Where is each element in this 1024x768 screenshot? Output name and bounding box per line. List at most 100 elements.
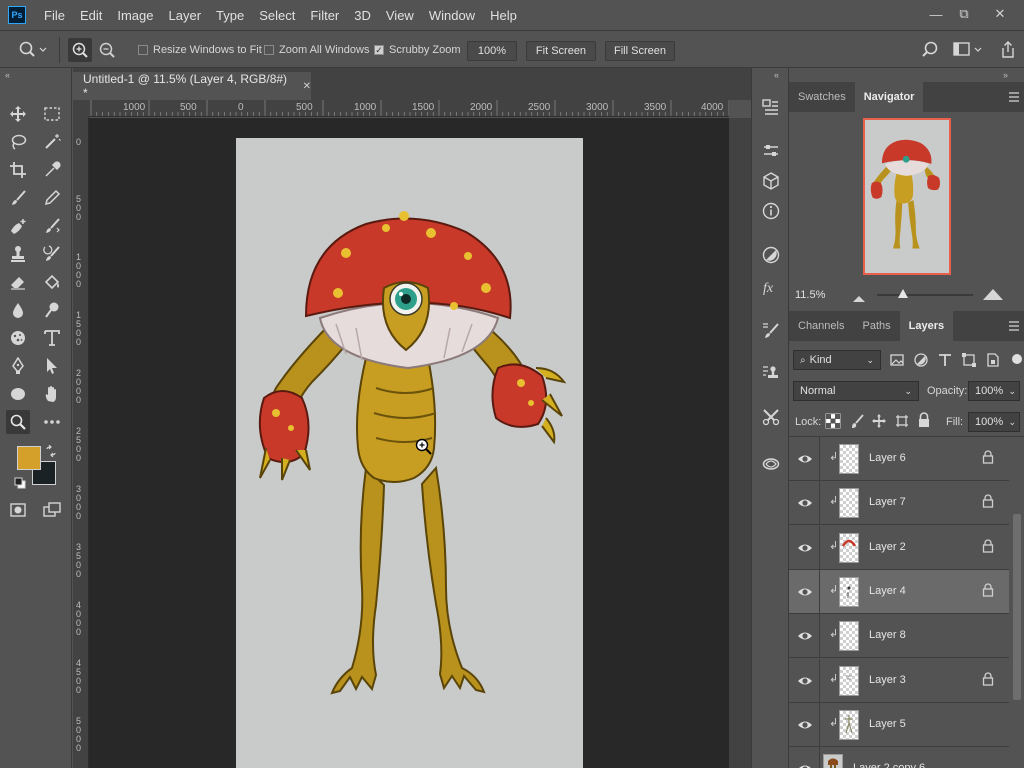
menu-type[interactable]: Type <box>216 8 244 23</box>
lock-all-icon[interactable] <box>917 412 931 431</box>
navigator-preview[interactable] <box>863 118 951 275</box>
zoom-in-icon[interactable] <box>68 38 92 62</box>
blur-tool-icon[interactable] <box>6 298 30 322</box>
styles-icon[interactable]: fx <box>759 275 783 299</box>
minimize-button[interactable]: — <box>924 4 948 24</box>
zoom-tool-preset-icon[interactable] <box>18 40 48 63</box>
layer-name[interactable]: Layer 3 <box>869 674 906 686</box>
menu-window[interactable]: Window <box>429 8 475 23</box>
fill-input[interactable]: 100% ⌄ <box>968 412 1020 432</box>
fit-screen-button[interactable]: Fit Screen <box>526 41 596 61</box>
menu-help[interactable]: Help <box>490 8 517 23</box>
tab-paths[interactable]: Paths <box>853 311 899 341</box>
layer-row[interactable]: ↲ Layer 4 <box>789 569 1009 614</box>
tab-navigator[interactable]: Navigator <box>854 82 924 112</box>
navigator-zoom-slider[interactable] <box>877 289 973 298</box>
magic-wand-tool-icon[interactable] <box>40 130 64 154</box>
ellipse-tool-icon[interactable] <box>6 382 30 406</box>
menu-select[interactable]: Select <box>259 8 295 23</box>
layer-row[interactable]: ↲ Layer 2 <box>789 525 1009 570</box>
zoom-all-windows-box[interactable] <box>264 45 274 55</box>
layer-name[interactable]: Layer 7 <box>869 496 906 508</box>
navigator-zoom-slider-thumb[interactable] <box>897 289 908 298</box>
document-canvas[interactable] <box>236 138 583 768</box>
layer-name[interactable]: Layer 5 <box>869 718 906 730</box>
collapse-strip-icon[interactable]: « <box>774 70 779 80</box>
3d-icon[interactable] <box>759 169 783 193</box>
move-tool-icon[interactable] <box>6 102 30 126</box>
history-icon[interactable] <box>759 95 783 119</box>
layers-scrollbar[interactable] <box>1013 514 1021 700</box>
screen-mode-icon[interactable] <box>40 498 64 522</box>
menu-file[interactable]: File <box>44 8 65 23</box>
filter-pixel-icon[interactable] <box>889 352 905 371</box>
zoom-out-icon[interactable] <box>95 38 119 62</box>
menu-image[interactable]: Image <box>117 8 153 23</box>
collapse-toolbar-icon[interactable]: « <box>5 70 10 80</box>
path-selection-tool-icon[interactable] <box>40 354 64 378</box>
brush-tool-icon[interactable] <box>6 186 30 210</box>
share-icon[interactable] <box>999 40 1017 63</box>
crop-tool-icon[interactable] <box>6 158 30 182</box>
swap-colors-icon[interactable] <box>45 444 57 460</box>
layer-name[interactable]: Layer 8 <box>869 629 906 641</box>
zoom-out-mountain-icon[interactable] <box>853 291 865 305</box>
healing-brush-tool-icon[interactable] <box>6 214 30 238</box>
layer-row[interactable]: ↲ Layer 6 <box>789 437 1009 481</box>
info-icon[interactable] <box>759 199 783 223</box>
history-brush-tool-icon[interactable] <box>40 242 64 266</box>
marquee-tool-icon[interactable] <box>40 102 64 126</box>
lock-transparent-icon[interactable] <box>825 413 841 432</box>
lock-position-icon[interactable] <box>871 413 887 432</box>
close-window-button[interactable]: ✕ <box>988 4 1012 24</box>
eyedropper-tool-icon[interactable] <box>40 158 64 182</box>
visibility-eye-icon[interactable] <box>797 540 813 556</box>
zoom-all-windows-checkbox[interactable]: Zoom All Windows <box>264 44 369 56</box>
layer-row[interactable]: ↲ Layer 5 <box>789 702 1009 747</box>
color-replacement-tool-icon[interactable] <box>40 214 64 238</box>
layer-name[interactable]: Layer 6 <box>869 452 906 464</box>
lasso-tool-icon[interactable] <box>6 130 30 154</box>
navigator-zoom-readout[interactable]: 11.5% <box>795 289 825 301</box>
adjustments-brush-icon[interactable] <box>759 139 783 163</box>
menu-edit[interactable]: Edit <box>80 8 102 23</box>
panel-menu-icon[interactable] <box>1008 91 1020 106</box>
lock-artboard-icon[interactable] <box>894 413 910 432</box>
canvas-area[interactable] <box>89 118 729 768</box>
tool-presets-icon[interactable] <box>759 405 783 429</box>
default-colors-icon[interactable] <box>14 477 26 492</box>
layer-name[interactable]: Layer 2 copy 6 <box>853 762 925 768</box>
layer-name[interactable]: Layer 2 <box>869 541 906 553</box>
filter-type-icon[interactable] <box>937 352 953 371</box>
zoom-in-mountain-icon[interactable] <box>983 288 1003 303</box>
visibility-eye-icon[interactable] <box>797 495 813 511</box>
tab-layers[interactable]: Layers <box>899 311 954 341</box>
foreground-color-swatch[interactable] <box>17 446 41 470</box>
filter-smart-object-icon[interactable] <box>985 352 1001 371</box>
scrubby-zoom-checkbox[interactable]: ✓ Scrubby Zoom <box>374 44 461 56</box>
adjustments-icon[interactable] <box>759 243 783 267</box>
tab-channels[interactable]: Channels <box>789 311 853 341</box>
dodge-tool-icon[interactable] <box>40 298 64 322</box>
clone-stamp-tool-icon[interactable] <box>6 242 30 266</box>
eraser-tool-icon[interactable] <box>6 270 30 294</box>
visibility-eye-icon[interactable] <box>797 761 813 768</box>
brush-presets-icon[interactable] <box>759 319 783 343</box>
menu-filter[interactable]: Filter <box>310 8 339 23</box>
layer-row[interactable]: ↲ Layer 3 <box>789 658 1009 703</box>
blend-mode-select[interactable]: Normal ⌄ <box>793 381 919 401</box>
photoshop-logo[interactable]: Ps <box>8 6 26 24</box>
filter-toggle[interactable] <box>1012 354 1022 364</box>
scrubby-zoom-box[interactable]: ✓ <box>374 45 384 55</box>
vertical-scrollbar[interactable] <box>729 118 751 768</box>
fill-screen-button[interactable]: Fill Screen <box>605 41 675 61</box>
filter-adjustment-icon[interactable] <box>913 352 929 371</box>
visibility-eye-icon[interactable] <box>797 584 813 600</box>
pen-tool-icon[interactable] <box>6 354 30 378</box>
layer-row[interactable]: ↲ Layer 8 <box>789 614 1009 659</box>
paint-bucket-tool-icon[interactable] <box>40 270 64 294</box>
menu-layer[interactable]: Layer <box>169 8 202 23</box>
menu-3d[interactable]: 3D <box>354 8 371 23</box>
filter-shape-icon[interactable] <box>961 352 977 371</box>
visibility-eye-icon[interactable] <box>797 628 813 644</box>
